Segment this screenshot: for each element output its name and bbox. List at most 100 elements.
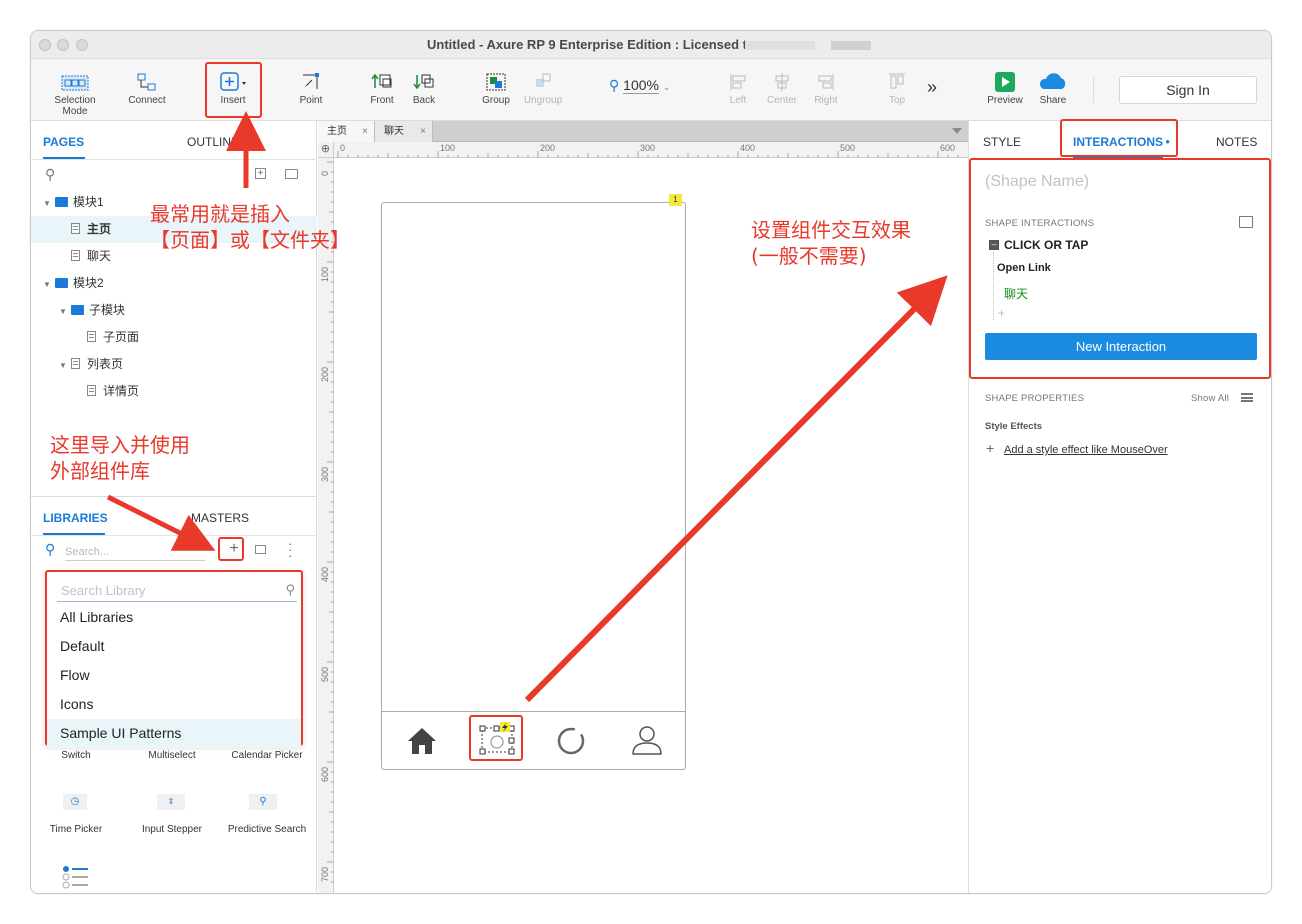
tabs-dropdown-icon[interactable] [952, 128, 962, 134]
search-library-input[interactable]: Search Library [57, 580, 297, 602]
annotation-library-note: 这里导入并使用 外部组件库 [50, 432, 190, 484]
doc-tab-label: 主页 [327, 126, 347, 137]
page-icon [87, 385, 96, 396]
user-profile-icon[interactable] [630, 724, 664, 761]
point-button[interactable]: Point [293, 69, 329, 106]
library-option-icons[interactable]: Icons [47, 690, 301, 719]
expand-caret-icon: ▼ [43, 199, 51, 208]
widget-time-picker-label[interactable]: Time Picker [43, 824, 109, 835]
align-right-label: Right [814, 95, 838, 106]
connect-button[interactable]: Connect [125, 69, 169, 106]
tab-outline[interactable]: OUTLINE [187, 135, 239, 149]
selection-mode-button[interactable]: Selection Mode [41, 69, 109, 117]
tree-item-list-page[interactable]: ▼ 列表页 [31, 351, 317, 378]
annotation-interaction-note: 设置组件交互效果 (一般不需要) [751, 217, 911, 269]
align-left-button[interactable]: Left [723, 69, 753, 106]
preview-button[interactable]: Preview [987, 69, 1023, 106]
library-option-flow[interactable]: Flow [47, 661, 301, 690]
tree-item-submodule[interactable]: ▼ 子模块 [31, 297, 317, 324]
expand-caret-icon: ▼ [59, 307, 67, 316]
more-options-icon[interactable]: · · · [288, 537, 292, 562]
tab-libraries[interactable]: LIBRARIES [43, 511, 108, 525]
doc-tab-home[interactable]: 主页 × [318, 121, 375, 142]
refresh-icon[interactable] [556, 726, 586, 761]
folder-icon [55, 197, 68, 207]
radio-list-icon[interactable] [62, 865, 92, 893]
ruler-label: 0 [340, 143, 346, 153]
ruler-label: 300 [320, 466, 330, 482]
tab-style[interactable]: STYLE [983, 135, 1021, 149]
hamburger-menu-icon[interactable] [1241, 393, 1253, 402]
home-icon[interactable] [406, 726, 438, 761]
align-right-button[interactable]: Right [811, 69, 841, 106]
front-label: Front [370, 95, 394, 106]
back-button[interactable]: Back [407, 69, 441, 106]
annotation-text: 最常用就是插入 [150, 202, 290, 226]
library-search-icon: ⚲ [45, 541, 56, 557]
library-window-icon[interactable] [255, 545, 266, 554]
add-style-effect-link[interactable]: Add a style effect like MouseOver [1004, 444, 1168, 456]
libraries-tab-divider [31, 535, 317, 536]
show-all-link[interactable]: Show All [1191, 393, 1229, 404]
library-dropdown: Search Library ⚲ All Libraries Default F… [45, 570, 303, 748]
cloud-share-icon [1035, 69, 1071, 95]
widget-switch-label[interactable]: Switch [49, 750, 103, 761]
ruler-label: 600 [320, 766, 330, 782]
phone-tab-bar [382, 711, 685, 769]
add-folder-icon[interactable] [285, 169, 298, 179]
ruler-label: 200 [540, 143, 556, 153]
share-button[interactable]: Share [1035, 69, 1071, 106]
sign-in-button[interactable]: Sign In [1119, 76, 1257, 104]
close-icon[interactable]: × [362, 121, 368, 142]
widget-calendar-picker-label[interactable]: Calendar Picker [227, 750, 307, 761]
align-center-icon [765, 69, 799, 95]
doc-tab-chat[interactable]: 聊天 × [375, 121, 433, 142]
library-option-all[interactable]: All Libraries [47, 603, 301, 632]
search-icon[interactable]: ⚲ [45, 166, 55, 183]
doc-tab-label: 聊天 [384, 126, 404, 137]
add-page-icon[interactable]: + [255, 168, 266, 179]
note-badge[interactable]: 1 [669, 194, 682, 206]
ungroup-button[interactable]: Ungroup [521, 69, 565, 106]
tree-item-detail-page[interactable]: 详情页 [31, 378, 317, 405]
vertical-ruler: 0 100 200 300 400 500 600 700 [318, 158, 334, 893]
clock-icon[interactable]: ◷ [63, 794, 87, 810]
annotation-text: (一般不需要) [751, 244, 867, 268]
page-icon [71, 223, 80, 234]
tree-item-subpage[interactable]: 子页面 [31, 324, 317, 351]
tree-item-label: 详情页 [103, 384, 140, 398]
library-search-input[interactable]: Search... [65, 546, 205, 561]
highlight-chat-icon [469, 715, 523, 761]
redacted-license-name [745, 41, 815, 50]
widget-predictive-search-label[interactable]: Predictive Search [223, 824, 311, 835]
align-left-label: Left [729, 95, 747, 106]
group-button[interactable]: Group [479, 69, 513, 106]
library-option-default[interactable]: Default [47, 632, 301, 661]
document-tabs: 主页 × 聊天 × [318, 121, 968, 142]
group-label: Group [482, 95, 510, 106]
tree-item-module2[interactable]: ▼ 模块2 [31, 270, 317, 297]
tab-masters[interactable]: MASTERS [191, 511, 249, 525]
more-tools-button[interactable]: » [927, 77, 937, 98]
tab-notes[interactable]: NOTES [1216, 135, 1257, 149]
horizontal-ruler: 0 100 200 300 400 500 600 [334, 142, 968, 158]
front-button[interactable]: Front [365, 69, 399, 106]
tab-pages[interactable]: PAGES [43, 135, 84, 149]
stepper-icon[interactable]: ⇕ [157, 794, 185, 810]
tree-item-label: 聊天 [87, 249, 112, 263]
add-icon[interactable]: + [986, 440, 994, 456]
zoom-control[interactable]: ⚲ 100% ⌄ [609, 77, 670, 94]
ruler-label: 500 [840, 143, 856, 153]
align-center-button[interactable]: Center [765, 69, 799, 106]
widget-multiselect-label[interactable]: Multiselect [139, 750, 205, 761]
ruler-label: 600 [940, 143, 956, 153]
widget-input-stepper-label[interactable]: Input Stepper [135, 824, 209, 835]
predictive-search-icon[interactable]: ⚲ [249, 794, 277, 810]
library-option-sample-ui[interactable]: Sample UI Patterns [47, 719, 301, 748]
phone-frame[interactable] [381, 202, 686, 770]
close-icon[interactable]: × [420, 121, 426, 142]
chevron-down-icon: ⌄ [662, 82, 671, 92]
group-icon [479, 69, 513, 95]
highlight-add-library [218, 537, 244, 561]
align-top-button[interactable]: Top [883, 69, 911, 106]
